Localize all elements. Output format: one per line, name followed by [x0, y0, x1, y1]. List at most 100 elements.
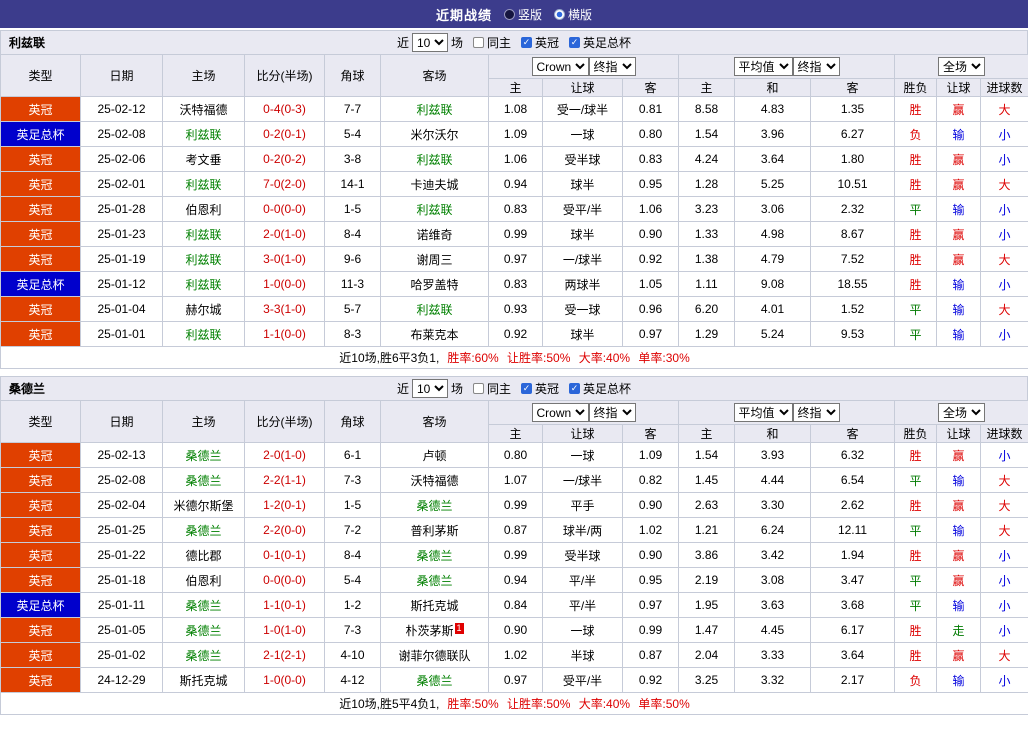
match-scope-select[interactable]: 全场 — [938, 403, 986, 422]
away-team: 卡迪夫城 — [380, 171, 489, 197]
home-team-link[interactable]: 桑德兰 — [185, 449, 221, 463]
away-team-link[interactable]: 桑德兰 — [416, 499, 452, 513]
team-name[interactable]: 利兹联 — [9, 34, 45, 51]
match-type-badge: 英冠 — [0, 442, 81, 468]
home-team-link[interactable]: 考文垂 — [185, 153, 221, 167]
away-team-link[interactable]: 利兹联 — [416, 303, 452, 317]
asia-handicap: 受平/半 — [542, 196, 623, 222]
same-home-checkbox[interactable]: 同主 — [472, 380, 511, 397]
bookmaker-select[interactable]: Crown — [531, 57, 589, 76]
checked-checkbox-icon — [569, 37, 581, 48]
final-odds-select[interactable]: 终指 — [588, 57, 636, 76]
bookmaker-select[interactable]: Crown — [531, 403, 589, 422]
home-team-link[interactable]: 伯恩利 — [185, 203, 221, 217]
result-header: 全场 — [894, 54, 1028, 79]
away-team-link[interactable]: 斯托克城 — [410, 599, 458, 613]
home-team-link[interactable]: 赫尔城 — [185, 303, 221, 317]
match-type-badge: 英冠 — [0, 467, 81, 493]
away-team-link[interactable]: 谢菲尔德联队 — [398, 649, 470, 663]
home-team-link[interactable]: 桑德兰 — [185, 649, 221, 663]
home-team-link[interactable]: 利兹联 — [185, 128, 221, 142]
away-team-link[interactable]: 桑德兰 — [416, 574, 452, 588]
sub-column-header: 胜负 — [894, 78, 938, 97]
league-checkbox[interactable]: 英冠 — [521, 380, 559, 397]
match-type-badge: 英冠 — [0, 246, 81, 272]
home-team: 桑德兰 — [162, 442, 245, 468]
home-team-link[interactable]: 桑德兰 — [185, 474, 221, 488]
corner-score: 9-6 — [324, 246, 381, 272]
home-team-link[interactable]: 沃特福德 — [179, 103, 227, 117]
euro-final-odds-select[interactable]: 终指 — [792, 403, 840, 422]
away-team-link[interactable]: 利兹联 — [416, 103, 452, 117]
home-team-link[interactable]: 米德尔斯堡 — [173, 499, 233, 513]
away-team-link[interactable]: 卢顿 — [422, 449, 446, 463]
euro-away-odds: 18.55 — [809, 271, 896, 297]
result-handicap-bet: 输 — [936, 296, 982, 322]
euro-home-odds: 8.58 — [678, 96, 735, 122]
final-odds-select[interactable]: 终指 — [588, 403, 636, 422]
checkbox-label: 英足总杯 — [583, 36, 632, 50]
away-team-link[interactable]: 卡迪夫城 — [410, 178, 458, 192]
match-type-badge: 英冠 — [0, 221, 81, 247]
asia-away-odds: 1.02 — [622, 517, 679, 543]
euro-home-odds: 1.33 — [678, 221, 735, 247]
team-name[interactable]: 桑德兰 — [9, 380, 45, 397]
away-team-link[interactable]: 朴茨茅斯 — [405, 624, 453, 638]
away-team: 利兹联 — [380, 196, 489, 222]
sub-column-header: 客 — [622, 424, 679, 443]
away-team: 米尔沃尔 — [380, 121, 489, 147]
home-team-link[interactable]: 德比郡 — [185, 549, 221, 563]
home-team-link[interactable]: 桑德兰 — [185, 599, 221, 613]
home-team-link[interactable]: 斯托克城 — [179, 674, 227, 688]
unchecked-checkbox-icon — [472, 37, 484, 48]
away-team-link[interactable]: 桑德兰 — [416, 674, 452, 688]
match-date: 25-01-01 — [80, 321, 163, 347]
home-team-link[interactable]: 桑德兰 — [185, 524, 221, 538]
facup-checkbox[interactable]: 英足总杯 — [569, 34, 631, 51]
euro-draw-odds: 9.08 — [734, 271, 811, 297]
match-score: 1-1(0-0) — [244, 321, 325, 347]
home-team-link[interactable]: 桑德兰 — [185, 624, 221, 638]
result-goals: 大 — [980, 517, 1028, 543]
result-outcome: 胜 — [894, 246, 938, 272]
home-team-link[interactable]: 利兹联 — [185, 228, 221, 242]
home-team-link[interactable]: 利兹联 — [185, 278, 221, 292]
sub-column-header: 主 — [488, 78, 543, 97]
away-team-link[interactable]: 沃特福德 — [410, 474, 458, 488]
match-count-select[interactable]: 10 — [411, 379, 448, 398]
away-team-link[interactable]: 哈罗盖特 — [410, 278, 458, 292]
home-team-link[interactable]: 利兹联 — [185, 253, 221, 267]
average-odds-select[interactable]: 平均值 — [733, 57, 793, 76]
away-team-link[interactable]: 诺维奇 — [416, 228, 452, 242]
away-team-link[interactable]: 谢周三 — [416, 253, 452, 267]
same-home-checkbox[interactable]: 同主 — [472, 34, 511, 51]
corner-score: 11-3 — [324, 271, 381, 297]
league-checkbox[interactable]: 英冠 — [521, 34, 559, 51]
home-team-link[interactable]: 利兹联 — [185, 328, 221, 342]
layout-vertical-radio[interactable]: 竖版 — [503, 6, 542, 23]
facup-checkbox[interactable]: 英足总杯 — [569, 380, 631, 397]
match-date: 25-01-18 — [80, 567, 163, 593]
match-type-badge: 英冠 — [0, 196, 81, 222]
away-team-link[interactable]: 米尔沃尔 — [410, 128, 458, 142]
corner-score: 5-4 — [324, 121, 381, 147]
away-team-link[interactable]: 利兹联 — [416, 203, 452, 217]
home-team: 利兹联 — [162, 271, 245, 297]
away-team-link[interactable]: 普利茅斯 — [410, 524, 458, 538]
match-score: 1-0(0-0) — [244, 667, 325, 693]
away-team-link[interactable]: 桑德兰 — [416, 549, 452, 563]
match-score: 0-0(0-0) — [244, 196, 325, 222]
layout-horizontal-radio[interactable]: 横版 — [554, 6, 592, 23]
average-odds-select[interactable]: 平均值 — [733, 403, 793, 422]
match-count-select[interactable]: 10 — [411, 33, 448, 52]
corner-score: 8-4 — [324, 221, 381, 247]
home-team-link[interactable]: 利兹联 — [185, 178, 221, 192]
away-team-link[interactable]: 利兹联 — [416, 153, 452, 167]
away-team: 哈罗盖特 — [380, 271, 489, 297]
match-scope-select[interactable]: 全场 — [938, 57, 986, 76]
result-handicap-bet: 赢 — [936, 96, 982, 122]
euro-away-odds: 2.62 — [809, 492, 896, 518]
home-team-link[interactable]: 伯恩利 — [185, 574, 221, 588]
euro-final-odds-select[interactable]: 终指 — [792, 57, 840, 76]
away-team-link[interactable]: 布莱克本 — [410, 328, 458, 342]
